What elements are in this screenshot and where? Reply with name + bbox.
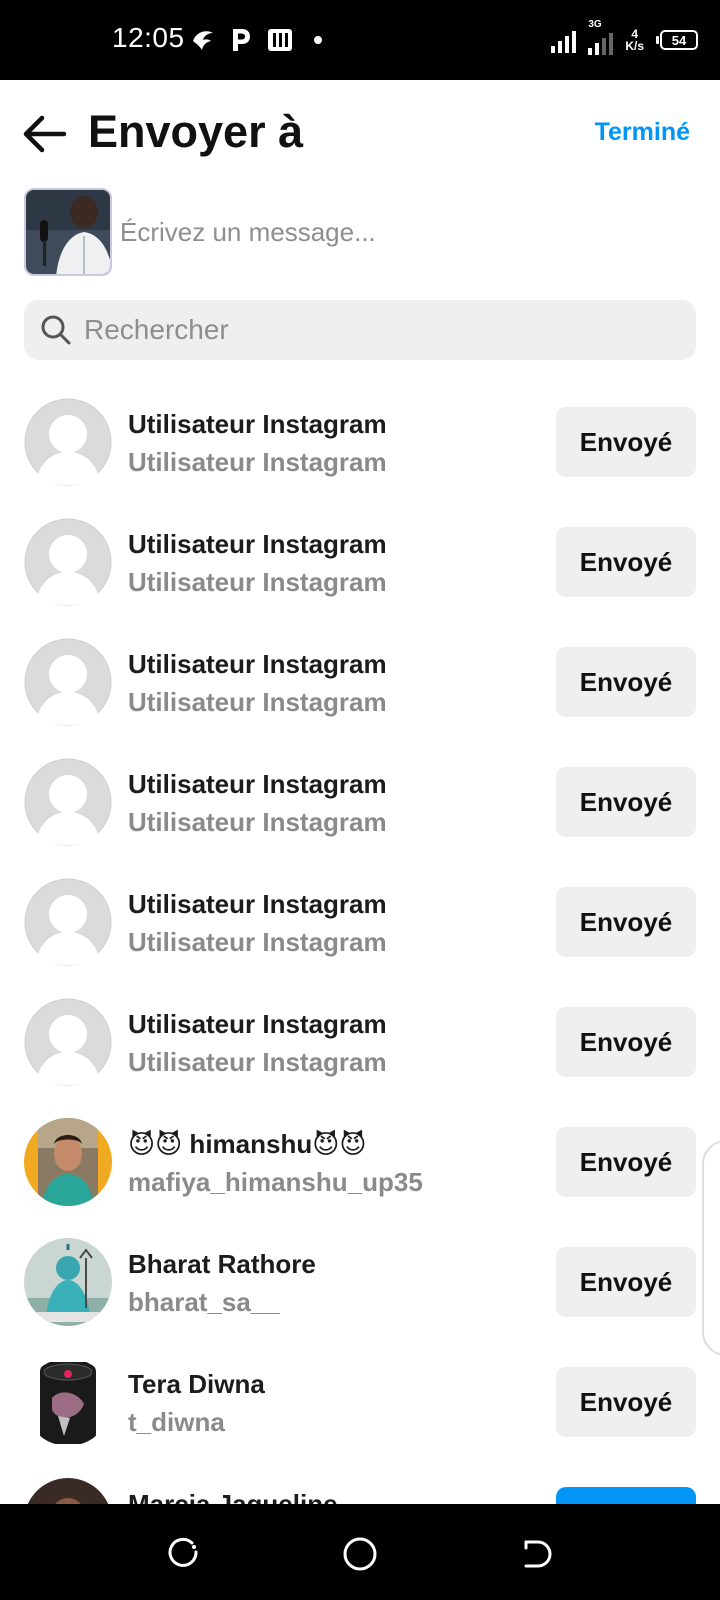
default-avatar-icon [24, 638, 112, 726]
contact-name: Marcia Jaqueline [128, 1489, 338, 1504]
contact-name: Utilisateur Instagram [128, 769, 387, 799]
contact-row[interactable]: Utilisateur Instagram Utilisateur Instag… [0, 638, 720, 758]
recents-icon [168, 1537, 198, 1567]
contact-row[interactable]: Marcia Jaqueline [0, 1478, 720, 1504]
contact-row[interactable]: Utilisateur Instagram Utilisateur Instag… [0, 398, 720, 518]
sent-button[interactable]: Envoyé [556, 647, 696, 717]
battery-level: 54 [660, 30, 698, 50]
photo-avatar [24, 1358, 112, 1446]
dot-icon [314, 36, 322, 44]
sent-button[interactable]: Envoyé [556, 527, 696, 597]
shared-post-thumbnail [24, 188, 112, 276]
contact-row[interactable]: 😈😈 himanshu😈😈 mafiya_himanshu_up35 Envoy… [0, 1118, 720, 1238]
sent-button[interactable]: Envoyé [556, 1007, 696, 1077]
signal-icon [551, 27, 577, 53]
recents-button[interactable] [163, 1534, 203, 1574]
contact-name: Utilisateur Instagram [128, 409, 387, 439]
header: Envoyer à Terminé [0, 80, 720, 188]
signal-3g-icon: 3G [588, 19, 614, 55]
contact-username: Utilisateur Instagram [128, 927, 387, 957]
contact-name: Utilisateur Instagram [128, 529, 387, 559]
compose-area [24, 188, 696, 276]
back-button[interactable] [18, 108, 74, 160]
contact-row[interactable]: Bharat Rathore bharat_sa__ Envoyé [0, 1238, 720, 1358]
photo-avatar [24, 1478, 112, 1504]
contact-username: Utilisateur Instagram [128, 567, 387, 597]
share-sheet: Envoyer à Terminé Écrivez un message... … [0, 80, 720, 1504]
contact-row[interactable]: Utilisateur Instagram Utilisateur Instag… [0, 758, 720, 878]
search-bar[interactable] [24, 300, 696, 360]
default-avatar-icon [24, 398, 112, 486]
photo-avatar [24, 1118, 112, 1206]
sent-button[interactable]: Envoyé [556, 767, 696, 837]
done-button[interactable]: Terminé [595, 118, 690, 147]
p-icon [233, 29, 250, 51]
back-nav-icon [524, 1540, 552, 1568]
default-avatar-icon [24, 758, 112, 846]
contact-username: t_diwna [128, 1407, 225, 1437]
status-left-icons [190, 22, 322, 58]
pdf-icon [268, 29, 292, 51]
photo-avatar [24, 1238, 112, 1326]
search-input[interactable] [84, 308, 684, 352]
default-avatar-icon [24, 518, 112, 606]
status-right-icons: 3G 4 K/s 54 [551, 19, 698, 58]
hawk-icon [193, 31, 213, 50]
back-nav-button[interactable] [516, 1534, 556, 1574]
search-icon [41, 315, 71, 345]
status-bar: 12:05 3G 4 K/s 54 [0, 0, 720, 80]
default-avatar-icon [24, 998, 112, 1086]
contact-name: 😈😈 himanshu😈😈 [128, 1129, 367, 1159]
contact-username: Utilisateur Instagram [128, 1047, 387, 1077]
battery-icon: 54 [656, 30, 698, 50]
sent-button[interactable]: Envoyé [556, 1127, 696, 1197]
sent-button[interactable]: Envoyé [556, 407, 696, 477]
sent-button[interactable]: Envoyé [556, 887, 696, 957]
contact-row[interactable]: Utilisateur Instagram Utilisateur Instag… [0, 998, 720, 1118]
arrow-left-icon [23, 115, 67, 153]
home-icon [343, 1537, 377, 1571]
contact-row[interactable]: Tera Diwna t_diwna Envoyé [0, 1358, 720, 1478]
default-avatar-icon [24, 878, 112, 966]
navigation-bar [0, 1504, 720, 1600]
contact-name: Tera Diwna [128, 1369, 265, 1399]
status-time: 12:05 [112, 22, 185, 53]
contact-username: bharat_sa__ [128, 1287, 280, 1317]
contact-name: Utilisateur Instagram [128, 649, 387, 679]
contact-name: Utilisateur Instagram [128, 1009, 387, 1039]
contact-username: Utilisateur Instagram [128, 687, 387, 717]
contact-name: Bharat Rathore [128, 1249, 316, 1279]
contact-list: Utilisateur Instagram Utilisateur Instag… [0, 398, 720, 1504]
sent-button[interactable]: Envoyé [556, 1247, 696, 1317]
net-speed: 4 K/s [625, 27, 644, 53]
contact-row[interactable]: Utilisateur Instagram Utilisateur Instag… [0, 518, 720, 638]
contact-username: mafiya_himanshu_up35 [128, 1167, 423, 1197]
contact-name: Utilisateur Instagram [128, 889, 387, 919]
sent-button[interactable]: Envoyé [556, 1367, 696, 1437]
contact-username: Utilisateur Instagram [128, 447, 387, 477]
contact-row[interactable]: Utilisateur Instagram Utilisateur Instag… [0, 878, 720, 998]
contact-username: Utilisateur Instagram [128, 807, 387, 837]
home-button[interactable] [340, 1534, 380, 1574]
page-title: Envoyer à [88, 106, 304, 157]
send-button[interactable] [556, 1487, 696, 1504]
scroll-handle[interactable] [702, 1140, 720, 1356]
message-input[interactable] [120, 208, 680, 256]
